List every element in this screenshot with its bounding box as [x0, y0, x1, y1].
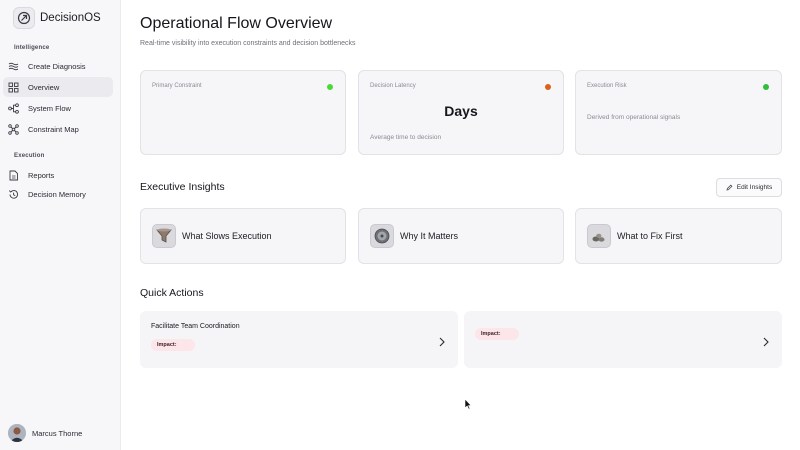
brand-logo-icon	[13, 7, 35, 29]
avatar	[8, 424, 26, 442]
page-subtitle: Real-time visibility into execution cons…	[140, 40, 356, 47]
history-icon	[8, 189, 19, 200]
funnel-icon	[152, 224, 176, 248]
sidebar-item-reports[interactable]: Reports	[3, 165, 113, 185]
metric-value: Days	[444, 103, 478, 119]
user-name: Marcus Thorne	[32, 428, 83, 438]
sliders-icon	[8, 61, 19, 72]
gauge-icon	[370, 224, 394, 248]
sidebar-item-overview[interactable]: Overview	[3, 77, 113, 97]
action-card-secondary[interactable]: Impact:	[464, 311, 782, 368]
sidebar-item-decision-memory[interactable]: Decision Memory	[3, 184, 113, 204]
document-icon	[8, 170, 19, 181]
sidebar-item-label: Overview	[28, 82, 60, 92]
sidebar-item-system-flow[interactable]: System Flow	[3, 98, 113, 118]
edit-insights-button[interactable]: Edit Insights	[716, 178, 782, 197]
metric-label: Decision Latency	[370, 83, 416, 89]
section-title-quick-actions: Quick Actions	[140, 287, 204, 299]
sidebar-item-label: Reports	[28, 170, 55, 180]
flow-icon	[8, 102, 19, 114]
brand-name: DecisionOS	[40, 12, 101, 24]
grid-icon	[8, 82, 19, 93]
insight-label: What Slows Execution	[182, 231, 272, 241]
metric-card-execution-risk[interactable]: Execution Risk Derived from operational …	[575, 70, 782, 155]
section-title-executive-insights: Executive Insights	[140, 181, 225, 193]
insight-card-what-to-fix-first[interactable]: What to Fix First	[575, 208, 782, 264]
page-title: Operational Flow Overview	[140, 15, 333, 32]
stones-icon	[587, 224, 611, 248]
chevron-right-icon	[439, 337, 445, 347]
metric-caption: Average time to decision	[370, 134, 442, 141]
section-label-execution: Execution	[14, 153, 45, 159]
brand[interactable]: DecisionOS	[13, 7, 101, 29]
metric-card-decision-latency[interactable]: Decision Latency Days Average time to de…	[358, 70, 564, 155]
mouse-cursor-icon	[464, 398, 472, 410]
metric-label: Execution Risk	[587, 83, 627, 89]
sidebar-item-label: Constraint Map	[28, 124, 79, 134]
action-card-team-coordination[interactable]: Facilitate Team Coordination Impact:	[140, 311, 458, 368]
pencil-icon	[726, 184, 733, 191]
user-profile[interactable]: Marcus Thorne	[8, 424, 82, 442]
metric-caption: Derived from operational signals	[587, 114, 681, 121]
impact-badge: Impact:	[475, 328, 519, 340]
network-icon	[8, 123, 19, 135]
status-dot	[545, 84, 551, 90]
impact-badge: Impact:	[151, 339, 195, 351]
edit-insights-label: Edit Insights	[736, 184, 773, 191]
status-dot	[763, 84, 769, 90]
insight-card-what-slows-execution[interactable]: What Slows Execution	[140, 208, 346, 264]
action-title: Facilitate Team Coordination	[151, 323, 240, 330]
insight-label: What to Fix First	[617, 231, 683, 241]
sidebar-item-create-diagnosis[interactable]: Create Diagnosis	[3, 56, 113, 76]
chevron-right-icon	[763, 337, 769, 347]
sidebar: DecisionOS Intelligence Create Diagnosis…	[0, 0, 121, 450]
sidebar-item-label: Decision Memory	[28, 189, 86, 199]
sidebar-item-label: System Flow	[28, 103, 71, 113]
sidebar-item-constraint-map[interactable]: Constraint Map	[3, 119, 113, 139]
insight-card-why-it-matters[interactable]: Why It Matters	[358, 208, 564, 264]
sidebar-item-label: Create Diagnosis	[28, 61, 86, 71]
metric-card-primary-constraint[interactable]: Primary Constraint	[140, 70, 346, 155]
metric-label: Primary Constraint	[152, 83, 202, 89]
status-dot	[327, 84, 333, 90]
insight-label: Why It Matters	[400, 231, 459, 241]
section-label-intelligence: Intelligence	[14, 45, 50, 51]
